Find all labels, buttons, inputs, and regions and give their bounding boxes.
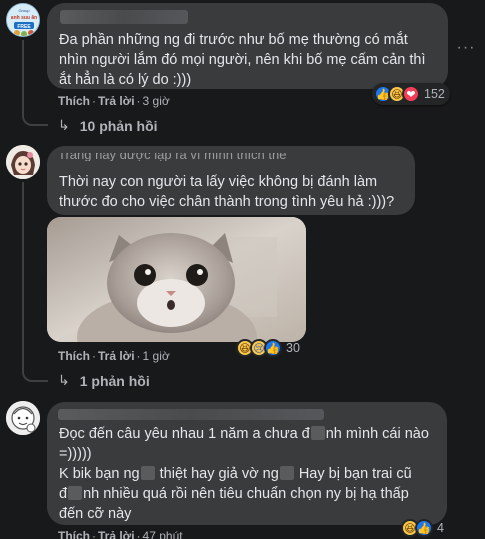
thread-line <box>22 182 24 372</box>
more-options-icon[interactable]: ··· <box>457 39 475 56</box>
author-name-redacted[interactable] <box>60 10 188 24</box>
reaction-count: 30 <box>286 341 300 355</box>
comment-image-cat[interactable] <box>47 217 306 342</box>
avatar[interactable] <box>6 401 40 435</box>
reaction-summary[interactable]: 😆 😢 👍 30 <box>234 337 305 359</box>
comment-actions: Thích · Trả lời · 47 phút <box>58 529 183 539</box>
redacted-text <box>279 466 294 480</box>
reply-arrow-icon: ↳ <box>58 372 70 388</box>
redacted-text <box>68 486 83 500</box>
like-button[interactable]: Thích <box>58 349 90 363</box>
comment-text-line: đ nh nhiều quá rồi nên tiêu chuẩn chọn ny… <box>59 486 409 502</box>
like-icon: 👍 <box>415 519 433 537</box>
group-logo-icon: Group anh suu ăn FREE <box>7 4 39 36</box>
cartoon-avatar-icon <box>6 401 40 435</box>
replies-label: 10 phản hồi <box>79 117 158 134</box>
thread-elbow <box>22 100 48 126</box>
reply-button[interactable]: Trả lời <box>98 529 135 539</box>
timestamp[interactable]: 3 giờ <box>143 94 170 108</box>
love-icon: ❤ <box>402 85 420 103</box>
like-button[interactable]: Thích <box>58 529 90 539</box>
timestamp[interactable]: 1 giờ <box>143 349 170 363</box>
comment-text-line: đến cỡ này <box>59 506 132 522</box>
avatar[interactable]: Group anh suu ăn FREE <box>6 3 40 37</box>
reply-button[interactable]: Trả lời <box>98 94 135 108</box>
comment-text-line: =))))) <box>59 446 92 462</box>
comment-bubble: Đọc đến câu yêu nhau 1 năm a chưa đ nh mì… <box>47 402 447 525</box>
reaction-count: 4 <box>437 521 444 535</box>
comment-text-line: K bik bạn ng thiệt hay giả vờ ng Hay bị … <box>59 466 412 482</box>
author-name[interactable]: Trang hay được lập ra vì mình thích thế <box>58 153 288 161</box>
view-replies-button[interactable]: ↳ 10 phản hồi <box>58 117 158 134</box>
comment-text: Đa phần những ng đi trước như bố mẹ thườ… <box>59 32 426 88</box>
timestamp[interactable]: 47 phút <box>143 529 183 539</box>
author-name-redacted[interactable] <box>58 409 324 420</box>
svg-text:FREE: FREE <box>17 24 31 30</box>
comment-text: Thời nay con người ta lấy việc không bị … <box>59 174 395 210</box>
svg-text:Group: Group <box>18 8 30 13</box>
reply-button[interactable]: Trả lời <box>98 349 135 363</box>
anime-avatar-icon <box>6 145 40 179</box>
thread-elbow <box>22 362 48 382</box>
comment-actions: Thích · Trả lời · 3 giờ <box>58 94 170 108</box>
view-replies-button[interactable]: ↳ 1 phản hồi <box>58 372 150 389</box>
reply-arrow-icon: ↳ <box>58 117 70 133</box>
cat-photo-icon <box>47 217 306 342</box>
svg-text:anh suu ăn: anh suu ăn <box>11 15 37 21</box>
comment-actions: Thích · Trả lời · 1 giờ <box>58 349 170 363</box>
redacted-text <box>140 466 155 480</box>
reaction-summary[interactable]: 😆 👍 4 <box>399 517 449 539</box>
like-icon: 👍 <box>264 339 282 357</box>
like-button[interactable]: Thích <box>58 94 90 108</box>
redacted-text <box>310 426 325 440</box>
avatar[interactable] <box>6 145 40 179</box>
reaction-count: 152 <box>424 87 445 101</box>
comment-text-line: Đọc đến câu yêu nhau 1 năm a chưa đ nh mì… <box>59 426 429 442</box>
replies-label: 1 phản hồi <box>79 372 150 389</box>
reaction-summary[interactable]: 👍 😆 ❤ 152 <box>372 83 450 105</box>
